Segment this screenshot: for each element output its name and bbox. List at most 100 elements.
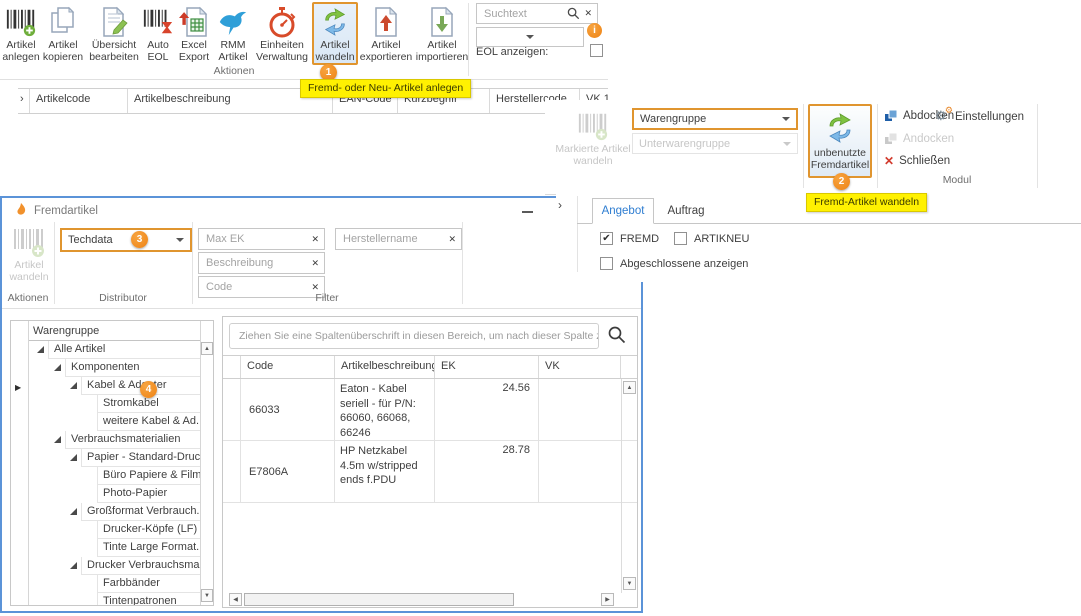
tree-item[interactable]: Komponenten [29, 359, 200, 377]
scroll-down-icon[interactable]: ▼ [201, 589, 213, 602]
column-header[interactable]: Artikelbeschreibung [335, 356, 435, 378]
herstellername-input[interactable] [341, 232, 444, 246]
tree-item[interactable]: Papier - Standard-Druc... [29, 449, 200, 467]
scroll-up-icon[interactable]: ▲ [201, 342, 213, 355]
expanded-node-icon[interactable] [70, 562, 77, 569]
tab-angebot[interactable]: Angebot [592, 198, 654, 224]
gear-icon: ⚙⚙ [936, 109, 951, 124]
distributor-dropdown[interactable]: Techdata [60, 228, 192, 252]
modul-ribbon-fragment: Markierte Artikel wandeln Warengruppe Un… [545, 100, 1081, 195]
artikneu-label: ARTIKNEU [694, 233, 749, 245]
minimize-icon[interactable] [522, 211, 533, 213]
tree-item[interactable]: Tinte Large Format... [29, 539, 200, 557]
tree-item[interactable]: Photo-Papier [29, 485, 200, 503]
tree-item[interactable]: Alle Artikel [29, 341, 200, 359]
artikel-anlegen-button[interactable]: Artikel anlegen [2, 2, 40, 63]
markierte-artikel-wandeln-button[interactable]: Markierte Artikel wandeln [553, 106, 633, 167]
tree-item[interactable]: Großformat Verbrauch... [29, 503, 200, 521]
expanded-node-icon[interactable] [70, 508, 77, 515]
artikel-exportieren-button[interactable]: Artikel exportieren [358, 2, 414, 63]
column-header[interactable]: EK [435, 356, 539, 378]
scrollbar-thumb[interactable] [244, 593, 514, 606]
scroll-right-icon[interactable]: ▶ [601, 593, 614, 606]
max-ek-input[interactable] [204, 232, 307, 246]
search-icon[interactable] [607, 325, 627, 348]
einheiten-verwaltung-button[interactable]: Einheiten Verwaltung [252, 2, 312, 63]
tree-item[interactable]: Farbbänder [29, 575, 200, 593]
tree-scrollbar[interactable]: ▲ ▼ [200, 321, 213, 605]
clear-icon[interactable]: ✕ [311, 234, 319, 245]
search-clear-icon[interactable]: ✕ [584, 8, 592, 19]
grid-vertical-scrollbar[interactable]: ▲ ▼ [621, 379, 637, 593]
andocken-button[interactable]: Andocken [884, 132, 954, 146]
distributor-group-label: Distributor [54, 292, 192, 304]
tree-item[interactable]: Verbrauchsmaterialien [29, 431, 200, 449]
grid-row[interactable]: 66033 Eaton - Kabel seriell - für P/N: 6… [223, 379, 637, 441]
artikneu-checkbox[interactable] [674, 232, 687, 245]
tab-auftrag[interactable]: Auftrag [656, 198, 716, 224]
expanded-node-icon[interactable] [37, 346, 44, 353]
eol-anzeigen-checkbox[interactable] [590, 44, 603, 57]
cell-ek: 28.78 [435, 441, 539, 502]
abgeschlossene-checkbox[interactable] [600, 257, 613, 270]
search-box[interactable]: ✕ [476, 3, 598, 24]
tree-item[interactable]: Stromkabel [29, 395, 200, 413]
tree-item[interactable]: Büro Papiere & Filme [29, 467, 200, 485]
ribbon-bottom-line [2, 308, 641, 309]
einstellungen-button[interactable]: ⚙⚙ Einstellungen [936, 109, 1024, 124]
scroll-left-icon[interactable]: ◀ [229, 593, 242, 606]
tree-header[interactable]: Warengruppe [29, 321, 200, 341]
edit-page-icon [99, 4, 129, 40]
tree-item[interactable]: weitere Kabel & Ad... [29, 413, 200, 431]
grid-row[interactable]: E7806A HP Netzkabel 4.5m w/stripped ends… [223, 441, 637, 503]
group-by-bar[interactable]: Ziehen Sie eine Spaltenüberschrift in di… [229, 323, 599, 349]
beschreibung-input[interactable] [204, 256, 307, 270]
step-badge-2: 2 [833, 173, 850, 190]
scroll-down-icon[interactable]: ▼ [623, 577, 636, 590]
info-icon[interactable]: i [587, 23, 602, 38]
unbenutzte-fremdartikel-button[interactable]: unbenutzte Fremdartikel [808, 104, 872, 178]
max-ek-filter-field[interactable]: ✕ [198, 228, 325, 250]
excel-export-button[interactable]: Excel Export [174, 2, 214, 63]
search-icon[interactable] [567, 7, 580, 20]
expanded-node-icon[interactable] [70, 382, 77, 389]
search-scope-dropdown[interactable] [476, 27, 584, 47]
warengruppe-dropdown[interactable]: Warengruppe [632, 108, 798, 130]
auto-eol-button[interactable]: Auto EOL [142, 2, 174, 63]
rmm-artikel-button[interactable]: RMM Artikel [214, 2, 252, 63]
schliessen-button[interactable]: ✕ Schließen [884, 155, 950, 167]
artikel-kopieren-button[interactable]: Artikel kopieren [40, 2, 86, 63]
artikel-wandeln-button[interactable]: Artikel wandeln [312, 2, 358, 65]
artikel-importieren-button[interactable]: Artikel importieren [414, 2, 470, 63]
expanded-node-icon[interactable] [54, 364, 61, 371]
chevron-down-icon [782, 117, 790, 121]
expanded-node-icon[interactable] [70, 454, 77, 461]
tree-item[interactable]: Drucker-Köpfe (LF) [29, 521, 200, 539]
clear-icon[interactable]: ✕ [311, 282, 319, 293]
tree-body: Alle Artikel Komponenten Kabel & Adapter… [29, 341, 200, 605]
scroll-up-icon[interactable]: ▲ [623, 381, 636, 394]
column-header[interactable]: VK [539, 356, 621, 378]
clear-icon[interactable]: ✕ [448, 234, 456, 245]
barcode-add-icon [5, 4, 37, 40]
tree-item[interactable]: Tintenpatronen [29, 593, 200, 605]
tree-item-selected[interactable]: Kabel & Adapter [29, 377, 200, 395]
column-header[interactable]: Code [241, 356, 335, 378]
column-header[interactable]: Artikelcode [30, 89, 128, 113]
expanded-node-icon[interactable] [54, 436, 61, 443]
search-input[interactable] [482, 7, 567, 21]
collapse-panel-arrow[interactable]: › [18, 89, 30, 113]
cell-code: 66033 [241, 379, 335, 440]
collapse-panel-arrow[interactable]: › [558, 198, 562, 212]
tree-item[interactable]: Drucker Verbrauchsma... [29, 557, 200, 575]
fremd-checkbox[interactable]: ✔ [600, 232, 613, 245]
unterwarengruppe-dropdown[interactable]: Unterwarengruppe [632, 133, 798, 154]
grid-horizontal-scrollbar[interactable]: ◀ ▶ [223, 593, 637, 607]
beschreibung-filter-field[interactable]: ✕ [198, 252, 325, 274]
clear-icon[interactable]: ✕ [311, 258, 319, 269]
herstellername-filter-field[interactable]: ✕ [335, 228, 462, 250]
artikel-wandeln-button-disabled[interactable]: Artikel wandeln [6, 222, 52, 283]
step-badge-4: 4 [140, 381, 157, 398]
uebersicht-bearbeiten-button[interactable]: Übersicht bearbeiten [86, 2, 142, 63]
recycle-icon [320, 4, 350, 40]
